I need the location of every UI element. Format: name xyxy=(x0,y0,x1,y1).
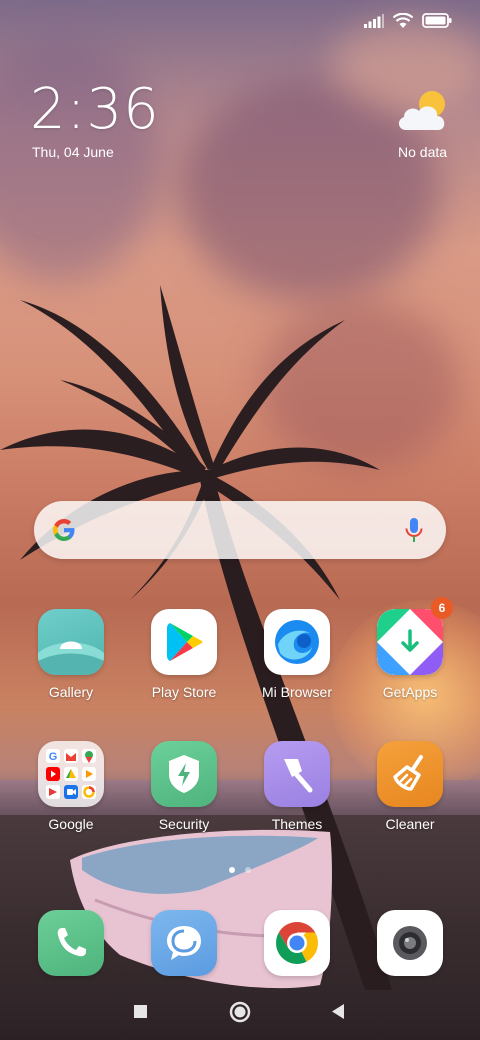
camera-icon xyxy=(377,910,443,976)
app-folder-google[interactable]: G Google xyxy=(21,741,121,833)
battery-icon xyxy=(422,13,452,28)
app-label: Cleaner xyxy=(385,816,435,832)
google-g-icon xyxy=(53,519,75,541)
navigation-bar xyxy=(0,990,480,1034)
app-label: Mi Browser xyxy=(261,684,332,700)
weather-status[interactable]: No data xyxy=(398,144,447,160)
app-themes[interactable]: Themes xyxy=(247,741,347,833)
app-label: Google xyxy=(48,816,94,832)
app-label: GetApps xyxy=(382,684,438,700)
dock-phone[interactable] xyxy=(21,910,121,976)
cleaner-broom-icon xyxy=(377,741,443,807)
app-label: Security xyxy=(158,816,210,832)
app-label: Play Store xyxy=(151,684,217,700)
page-dot[interactable] xyxy=(245,867,251,873)
app-label: Themes xyxy=(271,816,323,832)
google-search-bar[interactable] xyxy=(34,501,446,559)
app-cleaner[interactable]: Cleaner xyxy=(360,741,460,833)
signal-icon xyxy=(364,13,384,28)
app-getapps[interactable]: 6 GetApps xyxy=(360,597,460,701)
app-label: Gallery xyxy=(48,684,94,700)
gallery-icon xyxy=(38,609,104,675)
partly-cloudy-icon[interactable] xyxy=(396,88,452,136)
app-mi-browser[interactable]: Mi Browser xyxy=(247,609,347,701)
recents-square-icon[interactable] xyxy=(133,1004,148,1019)
notification-badge: 6 xyxy=(431,597,453,619)
microphone-icon[interactable] xyxy=(404,516,424,544)
home-circle-icon[interactable] xyxy=(229,1001,251,1023)
back-triangle-icon[interactable] xyxy=(331,1003,345,1020)
page-dot-active[interactable] xyxy=(229,867,235,873)
getapps-icon: 6 xyxy=(377,597,453,675)
app-play-store[interactable]: Play Store xyxy=(134,609,234,701)
play-store-icon xyxy=(151,609,217,675)
dock-camera[interactable] xyxy=(360,910,460,976)
phone-icon xyxy=(38,910,104,976)
svg-text:G: G xyxy=(49,751,58,763)
clock-time[interactable]: 2:36 xyxy=(30,80,160,140)
page-indicator xyxy=(0,867,480,873)
messages-icon xyxy=(151,910,217,976)
app-security[interactable]: Security xyxy=(134,741,234,833)
status-bar xyxy=(0,0,480,44)
chrome-icon xyxy=(264,910,330,976)
dock-messages[interactable] xyxy=(134,910,234,976)
google-folder-icon: G xyxy=(38,741,104,807)
dock-chrome[interactable] xyxy=(247,910,347,976)
wifi-icon xyxy=(393,13,413,28)
clock-date[interactable]: Thu, 04 June xyxy=(32,144,114,160)
app-gallery[interactable]: Gallery xyxy=(21,609,121,701)
security-shield-icon xyxy=(151,741,217,807)
themes-brush-icon xyxy=(264,741,330,807)
mi-browser-icon xyxy=(264,609,330,675)
